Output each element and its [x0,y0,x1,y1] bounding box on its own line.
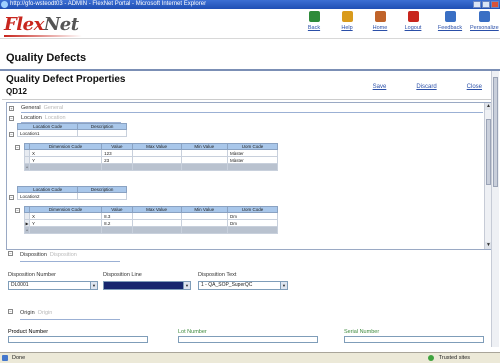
window-controls [473,1,499,8]
defect-code: QD12 [6,87,27,96]
disposition-number-label: Disposition Number [8,272,56,278]
nav-logout[interactable]: Logout [399,11,427,39]
logo-swoosh [4,35,82,37]
serial-number-field[interactable] [344,336,484,343]
properties-scroll-pane: + General General − Location Location − Lo… [6,102,493,250]
browser-window: http://gfo-wsteodt03 - ADMIN - FlexNet P… [0,0,500,363]
discard-link[interactable]: Discard [416,84,436,90]
new-row[interactable]: * [24,226,278,234]
feedback-icon [444,11,456,22]
ie-icon [1,1,8,8]
header-nav: Back Help Home Logout Feedback Personali… [300,11,500,39]
nav-back[interactable]: Back [300,11,328,39]
disposition-expander-icon[interactable]: − [8,251,13,256]
table-row[interactable]: Y 23 Màster [24,156,278,164]
flexnet-logo: FlexNet [4,14,79,35]
disposition-line-label: Disposition Line [103,272,142,278]
location2-header-table: Location Code Description Location2 [16,186,127,200]
page-scroll-thumb[interactable] [493,77,498,187]
disposition-number-select[interactable]: DL0001 ▼ [8,281,98,290]
page-scrollbar[interactable] [491,71,499,347]
properties-title: Quality Defect Properties [6,74,126,85]
nav-help[interactable]: Help [333,11,361,39]
page-done-icon [2,355,8,361]
close-window-button[interactable] [491,1,499,8]
location1-code-cell[interactable]: Location1 [16,129,79,137]
close-link[interactable]: Close [467,84,482,90]
help-icon [341,11,353,22]
back-icon [308,11,320,22]
location2-dimensions-expander-icon[interactable]: − [15,208,20,213]
location2-expander-icon[interactable]: − [9,195,14,200]
location2-code-cell[interactable]: Location2 [16,192,79,200]
location1-header-table: Location Code Description Location1 [16,123,127,137]
location1-description-cell[interactable] [77,129,127,137]
nav-personalize[interactable]: Personalize [470,11,499,39]
current-row-arrow-icon[interactable]: ▶ [24,219,30,227]
properties-actions: Save Discard Close [373,84,482,90]
table-row[interactable]: ▶ Y 8.2 Dm [24,219,278,227]
chevron-down-icon[interactable]: ▼ [183,282,190,289]
portal-header: FlexNet Back Help Home Logout Feedback P… [0,9,500,39]
window-titlebar: http://gfo-wsteodt03 - ADMIN - FlexNet P… [0,0,500,9]
disposition-line-select[interactable]: ▼ [103,281,191,290]
nav-home[interactable]: Home [366,11,394,39]
location1-dimensions-table: Dimension Code Value Max Value Min Value… [24,143,278,171]
title-divider [0,69,500,71]
new-row[interactable]: * [24,163,278,171]
disposition-text-label: Disposition Text [198,272,237,278]
properties-header: Quality Defect Properties QD12 Save Disc… [2,72,498,100]
section-location: Location Location [21,115,66,121]
status-bar: Done Trusted sites [0,352,500,363]
location2-dimensions-table: Dimension Code Value Max Value Min Value… [24,206,278,234]
save-link[interactable]: Save [373,84,387,90]
home-icon [374,11,386,22]
disposition-text-select[interactable]: 1 - QA_SOP_SuperQC ▼ [198,281,288,290]
lot-number-label: Lot Number [178,329,207,335]
serial-number-label: Serial Number [344,329,380,335]
product-number-label: Product Number [8,329,49,335]
lot-number-field[interactable] [178,336,318,343]
page-title: Quality Defects [6,52,87,64]
section-general: General General [21,105,64,111]
disposition-divider [20,261,120,262]
status-text: Done [12,355,26,361]
nav-feedback[interactable]: Feedback [436,11,464,39]
table-row[interactable]: X 123 Màster [24,149,278,157]
page-title-bar: Quality Defects [0,40,500,70]
personalize-icon [478,11,490,22]
location1-expander-icon[interactable]: − [9,132,14,137]
general-divider [21,112,483,113]
maximize-button[interactable] [482,1,490,8]
general-expander-icon[interactable]: + [9,106,14,111]
location-expander-icon[interactable]: − [9,116,14,121]
security-zone: Trusted sites [438,355,470,361]
product-number-field[interactable] [8,336,148,343]
section-origin: Origin Origin [20,310,53,316]
trusted-sites-icon [428,355,434,361]
window-title: http://gfo-wsteodt03 - ADMIN - FlexNet P… [10,1,207,7]
location1-dimensions-expander-icon[interactable]: − [15,145,20,150]
chevron-down-icon[interactable]: ▼ [90,282,97,289]
location2-description-cell[interactable] [77,192,127,200]
origin-expander-icon[interactable]: − [8,309,13,314]
logout-icon [407,11,419,22]
chevron-down-icon[interactable]: ▼ [280,282,287,289]
minimize-button[interactable] [473,1,481,8]
section-disposition: Disposition Disposition [20,252,77,258]
origin-divider [20,319,120,320]
table-row[interactable]: X 8.3 Dm [24,212,278,220]
